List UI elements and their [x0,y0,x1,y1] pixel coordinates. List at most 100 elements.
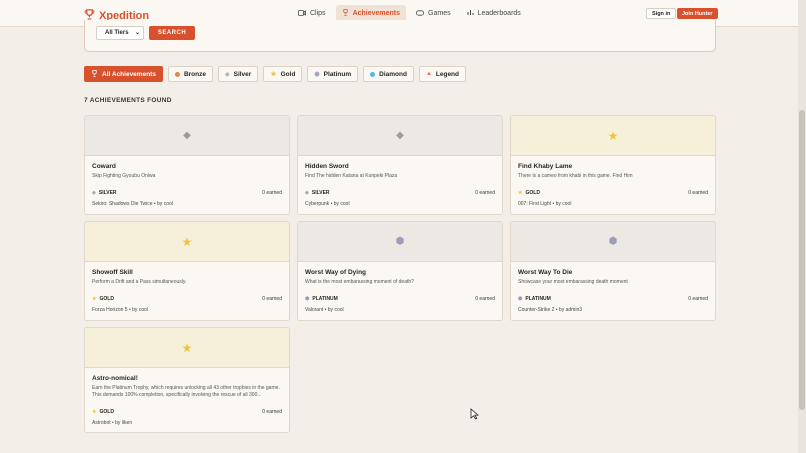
card-banner: ★ [511,116,715,156]
tier-label: PLATINUM [525,296,551,302]
tier-badge: ◆ SILVER [305,190,330,196]
tier-badge: ★ GOLD [92,296,114,302]
tab-label: Diamond [379,70,407,78]
card-description: Perform a Drift and a Pass simultaneousl… [92,279,187,285]
earned-count: 0 earned [262,296,282,302]
earned-count: 0 earned [475,190,495,196]
tier-badge: ⬢ PLATINUM [305,296,338,302]
earned-count: 0 earned [688,296,708,302]
card-title: Astro-nomical! [92,375,138,382]
tier-select[interactable]: All Tiers ⌄ [96,26,144,40]
mouse-cursor-icon [470,407,480,425]
tier-tabs: All Achievements Bronze ◆ Silver ★ Gold … [84,66,467,82]
join-hunter-button[interactable]: Join Hunter [677,8,718,19]
card-banner: ◆ [85,116,289,156]
card-banner: ★ [85,222,289,262]
tab-label: Platinum [323,70,352,78]
earned-count: 0 earned [262,190,282,196]
nav-leaderboards-label: Leaderboards [477,10,521,17]
star-icon: ★ [181,340,193,355]
video-icon [298,9,306,18]
star-icon: ★ [181,234,193,249]
earned-count: 0 earned [262,409,282,415]
tier-label: GOLD [99,409,114,415]
card-title: Worst Way To Die [518,269,573,276]
card-banner: ⬢ [298,222,502,262]
card-title: Coward [92,163,116,170]
star-icon: ★ [607,128,619,143]
card-description: Find The hidden Katana at Konpeki Plaza [305,173,398,179]
card-description: Skip Fighting Gyoubu Oniwa [92,173,156,179]
tab-platinum[interactable]: ⬢ Platinum [307,66,359,82]
diamond-icon: ◆ [224,71,230,78]
card-game-author: Astrobot • by liken [92,420,133,426]
hexagon-icon: ⬢ [608,236,618,247]
gold-tier-icon: ★ [518,190,523,196]
tier-label: GOLD [99,296,114,302]
card-description: Earn the Platinum Trophy, which requires… [92,385,280,398]
achievement-card[interactable]: ⬢ Worst Way of Dying What is the most em… [297,221,503,321]
tier-badge: ◆ SILVER [92,190,117,196]
trophy-icon [342,8,349,18]
card-title: Hidden Sword [305,163,349,170]
card-banner: ★ [85,328,289,368]
card-description: Showcase your most embarassing death mom… [518,279,628,285]
gamepad-icon [416,9,424,18]
diamond-gem-icon [370,71,376,77]
diamond-icon: ◆ [183,130,191,141]
tab-diamond[interactable]: Diamond [363,66,414,82]
tab-label: Gold [280,70,296,78]
tab-label: Silver [233,70,252,78]
earned-count: 0 earned [688,190,708,196]
platinum-tier-icon: ⬢ [518,296,523,302]
trophy-icon [91,69,98,79]
card-title: Showoff Skill [92,269,133,276]
card-banner: ◆ [298,116,502,156]
tab-label: Bronze [183,70,206,78]
card-title: Worst Way of Dying [305,269,367,276]
sign-in-button[interactable]: Sign in [646,8,677,19]
star-icon: ★ [270,71,277,78]
tab-bronze[interactable]: Bronze [167,66,213,82]
tab-legend[interactable]: ▲ Legend [418,66,467,82]
achievement-card[interactable]: ◆ Hidden Sword Find The hidden Katana at… [297,115,503,215]
tab-all-achievements[interactable]: All Achievements [84,66,163,82]
tier-badge: ★ GOLD [92,409,114,415]
nav-games-label: Games [428,10,451,17]
tab-label: All Achievements [102,70,156,78]
tier-label: PLATINUM [312,296,338,302]
nav-clips-label: Clips [310,10,326,17]
achievement-card[interactable]: ⬢ Worst Way To Die Showcase your most em… [510,221,716,321]
results-count: 7 ACHIEVEMENTS FOUND [84,97,172,104]
tier-label: GOLD [525,190,540,196]
diamond-icon: ◆ [396,130,404,141]
tier-label: SILVER [98,190,117,196]
tab-silver[interactable]: ◆ Silver [217,66,259,82]
silver-tier-icon: ◆ [92,190,96,196]
page-scrollbar[interactable] [798,0,806,453]
platinum-tier-icon: ⬢ [305,296,310,302]
tab-gold[interactable]: ★ Gold [263,66,303,82]
card-game-author: Forza Horizon 5 • by cool [92,307,148,313]
achievement-card[interactable]: ★ Astro-nomical! Earn the Platinum Troph… [84,327,290,433]
silver-tier-icon: ◆ [305,190,309,196]
card-game-author: Sekiro: Shadows Die Twice • by cool [92,201,173,207]
tier-badge: ⬢ PLATINUM [518,296,551,302]
hexagon-icon: ⬢ [395,236,405,247]
card-game-author: Valorant • by cool [305,307,344,313]
flame-icon: ▲ [425,71,432,77]
achievement-card[interactable]: ★ Find Khaby Lame There is a cameo from … [510,115,716,215]
scrollbar-thumb[interactable] [799,110,805,410]
card-description: There is a cameo from khabi in this game… [518,173,633,179]
chevron-down-icon: ⌄ [134,30,140,36]
card-game-author: Cyberpunk • by cool [305,201,350,207]
nav-achievements-label: Achievements [352,9,401,17]
card-game-author: Counter-Strike 2 • by admin3 [518,307,583,313]
tier-badge: ★ GOLD [518,190,540,196]
achievement-card[interactable]: ★ Showoff Skill Perform a Drift and a Pa… [84,221,290,321]
achievement-card[interactable]: ◆ Coward Skip Fighting Gyoubu Oniwa ◆ SIL… [84,115,290,215]
filter-panel: All Tiers ⌄ SEARCH [84,20,716,52]
search-button[interactable]: SEARCH [149,26,195,40]
card-description: What is the most embarassing moment of d… [305,279,414,285]
gold-tier-icon: ★ [92,296,97,302]
